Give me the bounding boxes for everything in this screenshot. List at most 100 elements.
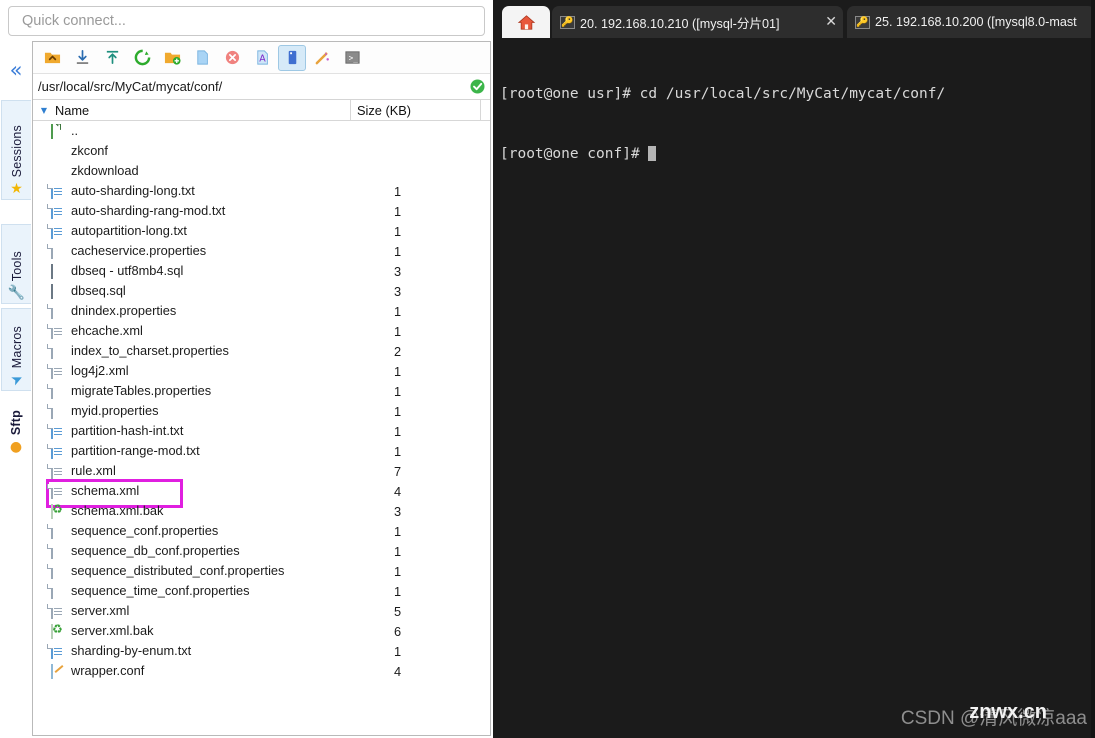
file-row[interactable]: auto-sharding-rang-mod.txt 1 (33, 201, 490, 221)
terminal-output[interactable]: [root@one usr]# cd /usr/local/src/MyCat/… (493, 38, 1095, 738)
file-name-cell[interactable]: migrateTables.properties (33, 383, 360, 399)
file-row[interactable]: zkdownload (33, 161, 490, 181)
sidebar-tab-sftp[interactable]: ● Sftp (1, 395, 31, 457)
file-name-cell[interactable]: zkdownload (33, 164, 360, 179)
file-row[interactable]: zkconf (33, 141, 490, 161)
file-row[interactable]: myid.properties 1 (33, 401, 490, 421)
file-row[interactable]: wrapper.conf 4 (33, 661, 490, 681)
text-file-icon (51, 423, 62, 439)
delete-icon[interactable] (218, 45, 246, 71)
file-name-cell[interactable]: zkconf (33, 144, 360, 159)
file-name-cell[interactable]: wrapper.conf (33, 663, 360, 679)
file-row[interactable]: migrateTables.properties 1 (33, 381, 490, 401)
sort-descending-icon[interactable]: ▼ (33, 106, 55, 115)
file-name-cell[interactable]: log4j2.xml (33, 363, 360, 379)
file-row[interactable]: .. (33, 121, 490, 141)
column-header-name[interactable]: Name (55, 103, 350, 118)
file-row[interactable]: sequence_distributed_conf.properties 1 (33, 561, 490, 581)
file-name-cell[interactable]: server.xml.bak (33, 623, 360, 639)
file-name-cell[interactable]: sharding-by-enum.txt (33, 643, 360, 659)
edit-text-icon[interactable]: A (248, 45, 276, 71)
file-name-cell[interactable]: sequence_distributed_conf.properties (33, 563, 360, 579)
sidebar-tab-macros[interactable]: ➤ Macros (1, 308, 31, 391)
file-row[interactable]: schema.xml 4 (33, 479, 490, 508)
file-size-cell: 1 (394, 183, 402, 199)
file-name-cell[interactable]: dnindex.properties (33, 303, 360, 319)
file-name-label: myid.properties (71, 403, 159, 418)
file-size-cell: 1 (394, 243, 402, 259)
terminal-tab-1[interactable]: 🔑 20. 192.168.10.210 ([mysql-分片01] ✕ (552, 6, 843, 38)
file-row[interactable]: rule.xml 7 (33, 461, 490, 481)
file-row[interactable]: server.xml 5 (33, 601, 490, 621)
file-row[interactable]: ehcache.xml 1 (33, 321, 490, 341)
backup-file-icon (51, 503, 53, 519)
file-name-cell[interactable]: server.xml (33, 603, 360, 619)
file-row[interactable]: dnindex.properties 1 (33, 301, 490, 321)
new-file-icon[interactable] (188, 45, 216, 71)
file-name-cell[interactable]: schema.xml.bak (33, 503, 360, 519)
sidebar-tab-tools[interactable]: 🔧 Tools (1, 224, 31, 304)
file-size-cell: 3 (394, 263, 402, 279)
new-folder-icon[interactable] (158, 45, 186, 71)
file-name-cell[interactable]: auto-sharding-rang-mod.txt (33, 203, 360, 219)
file-row[interactable]: dbseq - utf8mb4.sql 3 (33, 261, 490, 281)
file-row[interactable]: auto-sharding-long.txt 1 (33, 181, 490, 201)
file-list[interactable]: .. zkconf zkdownload auto-sharding-long.txt… (33, 121, 490, 735)
download-icon[interactable] (68, 45, 96, 71)
file-name-cell[interactable]: schema.xml (33, 483, 360, 499)
file-name-cell[interactable]: auto-sharding-long.txt (33, 183, 360, 199)
file-name-cell[interactable]: sequence_conf.properties (33, 523, 360, 539)
sidebar-tab-sessions[interactable]: ★ Sessions (1, 100, 31, 200)
open-terminal-icon[interactable]: >_ (338, 45, 366, 71)
terminal-tab-2[interactable]: 🔑 25. 192.168.10.200 ([mysql8.0-mast (847, 6, 1095, 38)
file-row[interactable]: sharding-by-enum.txt 1 (33, 641, 490, 661)
file-name-cell[interactable]: dbseq - utf8mb4.sql (33, 263, 360, 279)
file-size-cell: 4 (394, 483, 402, 499)
file-name-cell[interactable]: sequence_db_conf.properties (33, 543, 360, 559)
sidebar-tab-label: Macros (9, 325, 24, 368)
file-row[interactable]: partition-range-mod.txt 1 (33, 441, 490, 461)
file-row[interactable]: log4j2.xml 1 (33, 361, 490, 381)
file-row[interactable]: partition-hash-int.txt 1 (33, 421, 490, 441)
file-size-cell: 1 (394, 443, 402, 459)
file-name-cell[interactable]: cacheservice.properties (33, 243, 360, 259)
file-row[interactable]: dbseq.sql 3 (33, 281, 490, 301)
file-row[interactable]: cacheservice.properties 1 (33, 241, 490, 261)
sidebar-tab-label: Tools (9, 250, 24, 281)
file-size-cell: 1 (394, 543, 402, 559)
file-name-cell[interactable]: ehcache.xml (33, 323, 360, 339)
file-browser: A >_ /usr/local/src/MyCat/mycat/conf/ ▼ N… (32, 41, 491, 736)
parent-folder-icon[interactable] (38, 45, 66, 71)
file-name-cell[interactable]: myid.properties (33, 403, 360, 419)
file-name-cell[interactable]: .. (33, 123, 360, 139)
file-row[interactable]: index_to_charset.properties 2 (33, 341, 490, 361)
properties-file-icon (51, 523, 53, 539)
terminal-tab-1-close-icon[interactable]: ✕ (825, 14, 837, 30)
file-row[interactable]: server.xml.bak 6 (33, 621, 490, 641)
file-size-cell: 3 (394, 283, 402, 299)
binary-edit-icon[interactable] (278, 44, 306, 71)
file-name-cell[interactable]: partition-hash-int.txt (33, 423, 360, 439)
quick-connect-input[interactable]: Quick connect... (8, 6, 485, 36)
magic-wand-icon[interactable] (308, 45, 336, 71)
collapse-sidebar-button[interactable]: « (0, 54, 32, 86)
file-row[interactable]: sequence_time_conf.properties 1 (33, 581, 490, 601)
file-name-cell[interactable]: partition-range-mod.txt (33, 443, 360, 459)
upload-icon[interactable] (98, 45, 126, 71)
file-name-cell[interactable]: autopartition-long.txt (33, 223, 360, 239)
file-row[interactable]: sequence_db_conf.properties 1 (33, 541, 490, 561)
file-name-cell[interactable]: rule.xml (33, 463, 360, 479)
file-list-header: ▼ Name Size (KB) (33, 99, 490, 121)
file-name-cell[interactable]: sequence_time_conf.properties (33, 583, 360, 599)
file-name-cell[interactable]: index_to_charset.properties (33, 343, 360, 359)
check-circle-icon (464, 74, 490, 100)
file-row[interactable]: schema.xml.bak 3 (33, 501, 490, 521)
file-row[interactable]: autopartition-long.txt 1 (33, 221, 490, 241)
file-size-cell: 1 (394, 203, 402, 219)
column-header-size[interactable]: Size (KB) (350, 99, 480, 121)
home-tab-button[interactable] (502, 6, 550, 38)
file-row[interactable]: sequence_conf.properties 1 (33, 521, 490, 541)
path-input[interactable]: /usr/local/src/MyCat/mycat/conf/ (33, 79, 464, 94)
refresh-icon[interactable] (128, 45, 156, 71)
file-name-cell[interactable]: dbseq.sql (33, 283, 360, 299)
